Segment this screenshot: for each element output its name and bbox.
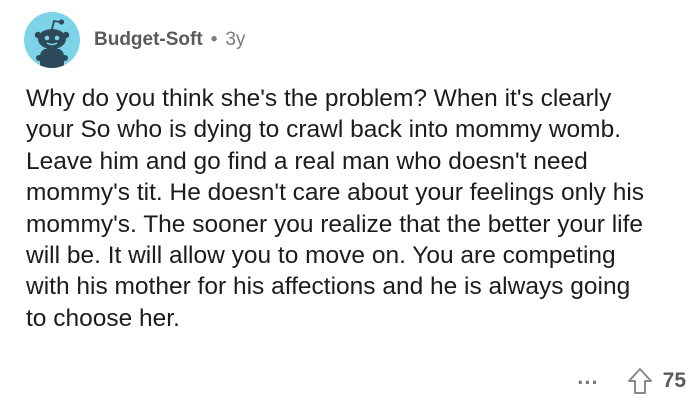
upvote-arrow-icon [627,368,652,394]
comment-age: 3y [225,29,246,50]
comment-body: Why do you think she's the problem? When… [26,85,645,332]
comment-header: Budget-Soft • 3y [24,12,245,68]
snoo-avatar-icon [34,19,70,68]
more-options-button[interactable]: ... [577,366,598,388]
upvote-button[interactable] [625,366,655,396]
comment-actions: ... 75 [577,366,686,396]
vote-score: 75 [662,369,686,392]
comment: Budget-Soft • 3y Why do you think she's … [0,0,700,410]
comment-meta: Budget-Soft • 3y [94,29,245,51]
user-avatar[interactable] [24,12,80,68]
author-username[interactable]: Budget-Soft [94,29,203,51]
meta-separator: • [210,29,218,50]
